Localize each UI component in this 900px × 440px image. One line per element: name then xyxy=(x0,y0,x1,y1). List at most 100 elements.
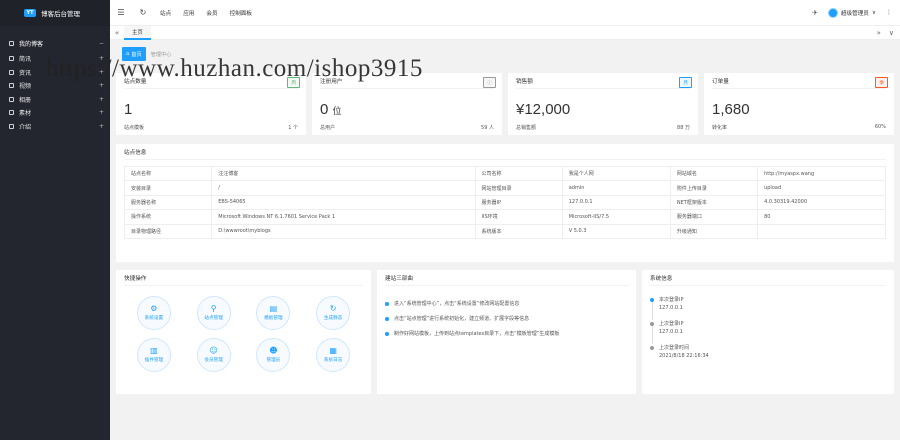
collapse-icon[interactable]: − xyxy=(99,40,104,47)
quick-actions-grid: ⚙ 系统设置 ⚲ 站点管理 ▤ 模板管理 ↻ 生成静态 ▥ 插件管理 ☺ 会员管理 ☻ 管理员 ▦ 系统日志 xyxy=(124,296,363,372)
tab-scroll-right-icon[interactable]: » xyxy=(877,29,881,37)
info-value: Microsoft-IIS/7.5 xyxy=(561,209,671,225)
quick-action-item[interactable]: ⚲ 站点管理 xyxy=(184,296,244,330)
stat-value: 0 位 xyxy=(320,101,494,118)
list-item-text: 制作好网站模板，上传到站点templates目录下，点击“模板管理”生成模板 xyxy=(394,331,560,337)
nav-control-panel[interactable]: 控制面板 xyxy=(224,9,258,17)
stat-unit: 位 xyxy=(332,106,342,116)
bullet-icon xyxy=(385,331,389,336)
stat-foot-value: 60% xyxy=(874,124,886,130)
quick-action-button[interactable]: ↻ 生成静态 xyxy=(316,296,351,330)
quick-action-label: 生成静态 xyxy=(323,316,343,321)
nav-members[interactable]: 会员 xyxy=(200,9,223,17)
tab-scroll-left-icon[interactable]: « xyxy=(110,29,124,37)
sidebar-item-info[interactable]: 资讯 + xyxy=(0,66,110,80)
sidebar: YT 博客后台管理 我的博客 − 简讯 + 资讯 + 视频 + 相册 + 素材 … xyxy=(0,0,110,440)
sidebar-item-label: 介绍 xyxy=(19,123,32,131)
quick-action-button[interactable]: ☻ 管理员 xyxy=(256,338,291,372)
menu-icon xyxy=(9,40,14,46)
timeline-item: 本次登录IP 127.0.0.1 xyxy=(650,296,886,320)
quick-action-item[interactable]: ☺ 会员管理 xyxy=(184,338,244,372)
quick-actions-card: 快捷操作 ⚙ 系统设置 ⚲ 站点管理 ▤ 模板管理 ↻ 生成静态 ▥ 插件管理 ☺ 会员管理 ☻ 管理员 ▦… xyxy=(116,270,371,394)
timeline-line xyxy=(651,302,653,320)
quick-action-icon: ⚲ xyxy=(210,304,217,313)
card-title: 建站三部曲 xyxy=(385,274,628,286)
menu-toggle-icon[interactable]: ☰ xyxy=(110,0,132,26)
expand-icon[interactable]: + xyxy=(99,82,104,89)
tab-menu-icon[interactable]: ∨ xyxy=(889,29,894,37)
info-label: NET框架版本 xyxy=(669,194,759,211)
tab-home[interactable]: 主页 xyxy=(124,25,151,40)
quick-action-button[interactable]: ▦ 系统日志 xyxy=(316,338,351,372)
expand-icon[interactable]: + xyxy=(99,123,104,130)
expand-icon[interactable]: + xyxy=(99,96,104,103)
more-icon[interactable]: ⋮ xyxy=(886,9,892,16)
avatar xyxy=(827,7,838,18)
quick-action-label: 管理员 xyxy=(266,358,281,363)
timeline-marker xyxy=(650,344,654,360)
stat-foot-label: 转化率 xyxy=(712,125,728,131)
list-item: 制作好网站模板，上传到站点templates目录下，点击“模板管理”生成模板 xyxy=(385,326,628,341)
refresh-icon[interactable]: ↻ xyxy=(132,0,154,26)
info-label: 网站域名 xyxy=(669,165,759,182)
stat-title: 销售额 xyxy=(516,77,690,89)
message-icon[interactable]: ✈ xyxy=(812,9,818,17)
list-item-text: 点击“站点管理”进行系统初始化，建立频道、扩展字段等信息 xyxy=(394,316,530,322)
sidebar-item-video[interactable]: 视频 + xyxy=(0,79,110,93)
table-row: 操作系统 Microsoft Windows NT 6.1.7601 Servic… xyxy=(123,209,886,225)
sidebar-item-blog[interactable]: 我的博客 − xyxy=(0,36,110,50)
quick-action-button[interactable]: ⚙ 系统设置 xyxy=(136,296,171,330)
stat-footer: 总销售额 88 万 xyxy=(516,124,690,131)
expand-icon[interactable]: + xyxy=(99,55,104,62)
header-right: ✈ 超级管理员 ∨ ⋮ xyxy=(812,7,900,18)
info-label: 操作系统 xyxy=(123,209,213,225)
info-icon: ⓘ xyxy=(483,77,496,88)
info-value: D:\wwwroot\myblogs xyxy=(211,223,476,239)
sidebar-item-label: 相册 xyxy=(19,96,32,104)
expand-icon[interactable]: + xyxy=(99,109,104,116)
bullet-icon xyxy=(385,316,389,321)
info-value: Microsoft Windows NT 6.1.7601 Service Pa… xyxy=(211,209,476,225)
breadcrumb-path: 管理中心 xyxy=(150,51,172,58)
quick-action-item[interactable]: ▥ 插件管理 xyxy=(124,338,184,372)
stat-foot-value: 59 人 xyxy=(481,125,494,131)
quick-action-label: 模板管理 xyxy=(264,316,283,321)
quick-action-button[interactable]: ⚲ 站点管理 xyxy=(196,296,231,330)
nav-apps[interactable]: 应用 xyxy=(177,9,200,17)
info-value: 127.0.0.1 xyxy=(561,194,671,211)
timeline-item: 上次登录时间 2021/8/18 22:16:34 xyxy=(650,344,886,360)
sidebar-item-news[interactable]: 简讯 + xyxy=(0,52,110,66)
main-content: ⌂ 首页 管理中心 站点数量 周 1 站点模板 1 个 注册用户 ⓘ 0 位 总… xyxy=(110,40,900,440)
quick-action-item[interactable]: ⚙ 系统设置 xyxy=(124,296,184,330)
top-header: ☰ ↻ 站点 应用 会员 控制面板 ✈ 超级管理员 ∨ ⋮ xyxy=(110,0,900,26)
sidebar-item-intro[interactable]: 介绍 + xyxy=(0,120,110,134)
sidebar-item-material[interactable]: 素材 + xyxy=(0,106,110,120)
stat-title: 注册用户 xyxy=(320,77,494,89)
timeline-label: 本次登录IP xyxy=(659,297,684,303)
breadcrumb: ⌂ 首页 管理中心 xyxy=(122,46,894,62)
quick-action-item[interactable]: ↻ 生成静态 xyxy=(303,296,363,330)
sidebar-item-album[interactable]: 相册 + xyxy=(0,93,110,107)
stat-card-sites: 站点数量 周 1 站点模板 1 个 xyxy=(116,73,306,135)
home-button[interactable]: ⌂ 首页 xyxy=(122,47,146,61)
info-value: admin xyxy=(561,180,671,196)
logo[interactable]: YT 博客后台管理 xyxy=(0,0,110,26)
expand-icon[interactable]: + xyxy=(99,69,104,76)
list-item-text: 进入“系统管理中心”，点击“系统设置”修改网站配置信息 xyxy=(394,301,520,307)
quick-action-item[interactable]: ▦ 系统日志 xyxy=(303,338,363,372)
nav-site[interactable]: 站点 xyxy=(154,9,177,17)
info-label: 目录物理路径 xyxy=(123,223,213,239)
quick-action-button[interactable]: ☺ 会员管理 xyxy=(196,338,231,372)
quick-action-item[interactable]: ▤ 模板管理 xyxy=(244,296,304,330)
stat-badge: 月 xyxy=(679,77,692,88)
quick-action-item[interactable]: ☻ 管理员 xyxy=(244,338,304,372)
timeline-content: 本次登录IP 127.0.0.1 xyxy=(659,296,684,320)
stat-number: 0 xyxy=(320,101,329,118)
card-title: 系统信息 xyxy=(650,274,886,286)
quick-action-button[interactable]: ▥ 插件管理 xyxy=(136,338,171,372)
quick-action-button[interactable]: ▤ 模板管理 xyxy=(256,296,291,330)
info-value: 80 xyxy=(757,209,886,225)
info-value: / xyxy=(211,180,476,196)
timeline-value: 127.0.0.1 xyxy=(659,305,683,311)
user-menu[interactable]: 超级管理员 ∨ xyxy=(827,7,876,18)
